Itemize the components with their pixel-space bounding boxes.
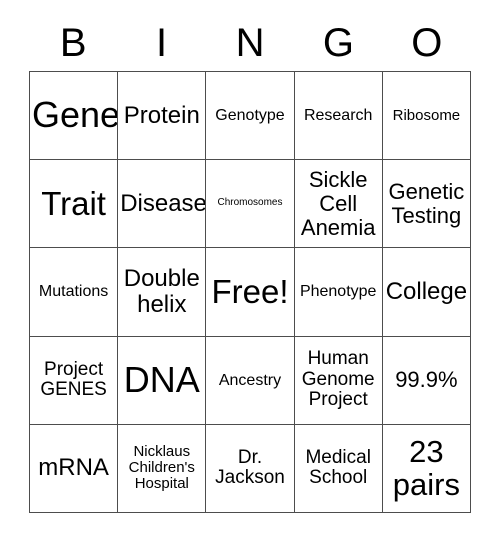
bingo-cell[interactable]: Gene bbox=[30, 72, 119, 161]
bingo-cell-label: mRNA bbox=[38, 454, 109, 482]
bingo-header-letter-o: O bbox=[411, 21, 443, 65]
bingo-cell[interactable]: 23 pairs bbox=[382, 424, 471, 513]
bingo-cell[interactable]: Trait bbox=[30, 160, 119, 249]
bingo-cell[interactable]: Chromosomes bbox=[206, 160, 295, 249]
bingo-cell-label: Protein bbox=[123, 101, 200, 129]
bingo-header-row: B I N G O bbox=[29, 18, 471, 68]
bingo-cell-label: Genotype bbox=[215, 106, 285, 124]
bingo-cell[interactable]: Medical School bbox=[294, 424, 383, 513]
bingo-cell[interactable]: Genotype bbox=[206, 72, 295, 161]
bingo-cell[interactable]: DNA bbox=[118, 336, 207, 425]
bingo-cell[interactable]: Phenotype bbox=[294, 248, 383, 337]
bingo-cell-free[interactable]: Free! bbox=[206, 248, 295, 337]
bingo-cell-label: Human Genome Project bbox=[301, 348, 375, 411]
bingo-header-letter-g: G bbox=[322, 21, 354, 65]
bingo-cell-label: Chromosomes bbox=[217, 197, 283, 209]
bingo-cell[interactable]: Ribosome bbox=[382, 72, 471, 161]
bingo-cell-label: 23 pairs bbox=[392, 433, 460, 503]
bingo-cell[interactable]: Human Genome Project bbox=[294, 336, 383, 425]
bingo-cell[interactable]: Ancestry bbox=[206, 336, 295, 425]
bingo-cell-label: Research bbox=[303, 106, 373, 124]
bingo-cell[interactable]: mRNA bbox=[30, 424, 119, 513]
bingo-cell-label: 99.9% bbox=[395, 367, 458, 393]
bingo-cell-label: Ancestry bbox=[218, 371, 282, 389]
bingo-cell-label: Genetic Testing bbox=[388, 179, 465, 228]
bingo-cell-label: Ribosome bbox=[392, 106, 461, 124]
bingo-cell-label: Dr. Jackson bbox=[215, 446, 285, 489]
bingo-grid: Gene Protein Genotype Research Ribosome … bbox=[29, 71, 471, 513]
bingo-cell[interactable]: Research bbox=[294, 72, 383, 161]
bingo-cell[interactable]: Sickle Cell Anemia bbox=[294, 160, 383, 249]
bingo-cell-label: Double helix bbox=[123, 265, 200, 318]
bingo-cell-label: Medical School bbox=[305, 446, 371, 489]
bingo-cell[interactable]: 99.9% bbox=[382, 336, 471, 425]
bingo-cell-label: Sickle Cell Anemia bbox=[300, 167, 376, 240]
bingo-cell-label: College bbox=[385, 278, 468, 306]
bingo-cell[interactable]: Disease bbox=[118, 160, 207, 249]
bingo-cell-label: Gene bbox=[32, 94, 119, 136]
bingo-header-letter-n: N bbox=[235, 21, 265, 65]
bingo-cell[interactable]: Project GENES bbox=[30, 336, 119, 425]
bingo-cell[interactable]: Double helix bbox=[118, 248, 207, 337]
bingo-card: B I N G O Gene Protein Genotype Research… bbox=[0, 0, 500, 544]
bingo-cell[interactable]: College bbox=[382, 248, 471, 337]
bingo-cell[interactable]: Protein bbox=[118, 72, 207, 161]
bingo-cell-label: Project GENES bbox=[40, 358, 107, 401]
bingo-cell[interactable]: Nicklaus Children's Hospital bbox=[118, 424, 207, 513]
bingo-cell-label: Disease bbox=[120, 189, 207, 217]
bingo-header-letter-b: B bbox=[59, 21, 87, 65]
bingo-header-letter-i: I bbox=[156, 21, 168, 65]
bingo-cell-label: Trait bbox=[41, 184, 106, 222]
bingo-cell-label: Phenotype bbox=[299, 283, 377, 301]
bingo-cell[interactable]: Genetic Testing bbox=[382, 160, 471, 249]
bingo-cell[interactable]: Mutations bbox=[30, 248, 119, 337]
bingo-cell-label: Free! bbox=[211, 273, 289, 311]
bingo-cell-label: Mutations bbox=[38, 283, 109, 301]
bingo-cell-label: Nicklaus Children's Hospital bbox=[128, 443, 195, 493]
bingo-cell-label: DNA bbox=[123, 358, 200, 400]
bingo-cell[interactable]: Dr. Jackson bbox=[206, 424, 295, 513]
